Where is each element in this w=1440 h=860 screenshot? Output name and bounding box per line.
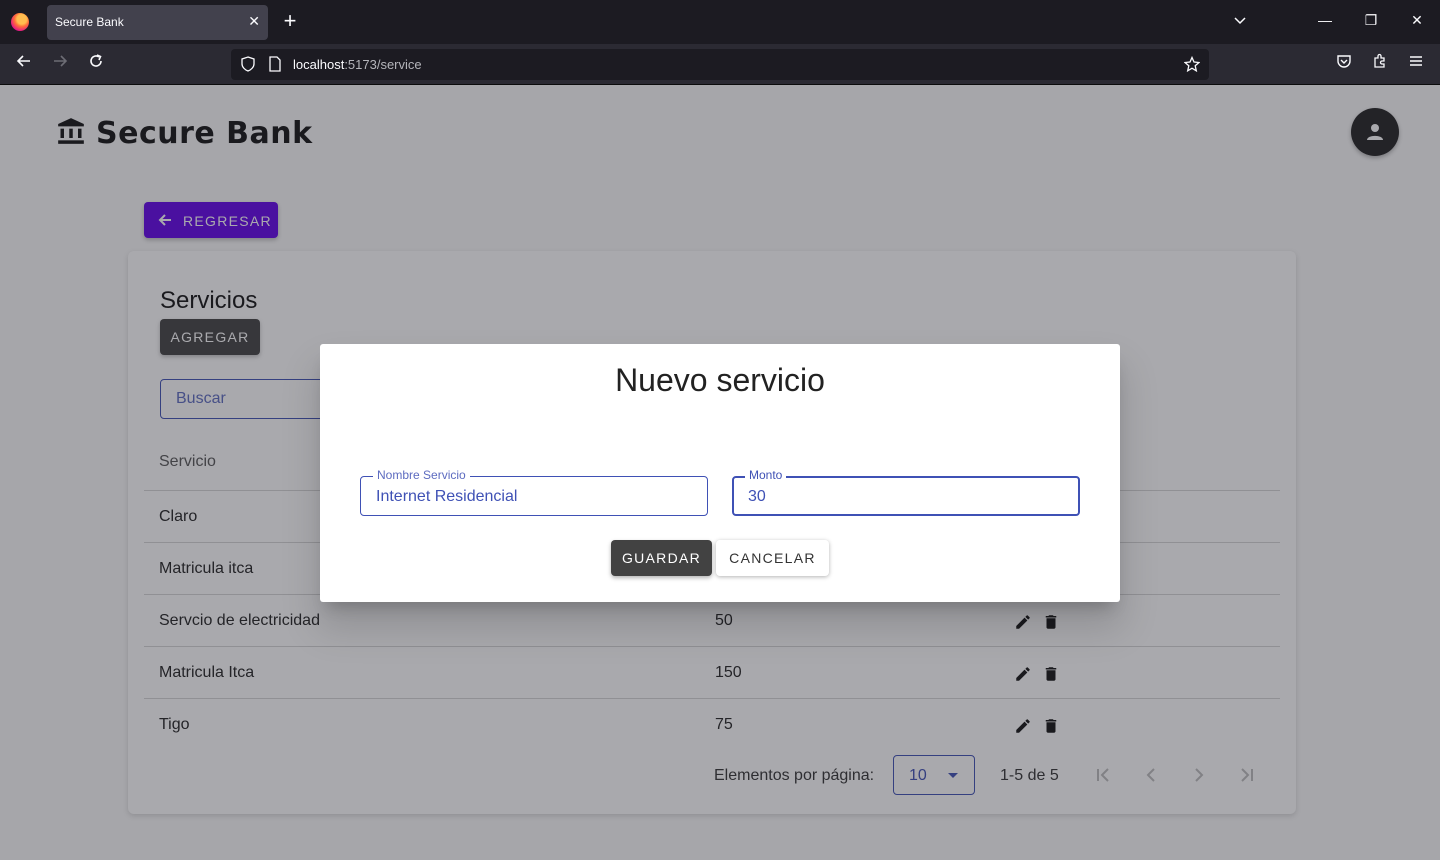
browser-tab-bar: Secure Bank ✕ + — ❐ ✕ xyxy=(0,0,1440,44)
browser-nav-bar: localhost:5173/service xyxy=(0,44,1440,85)
restore-icon[interactable]: ❐ xyxy=(1361,12,1381,29)
new-service-dialog: Nuevo servicio Nombre Servicio Monto GUA… xyxy=(320,344,1120,602)
service-name-label: Nombre Servicio xyxy=(373,468,470,482)
service-name-input[interactable] xyxy=(361,477,707,515)
extensions-icon[interactable] xyxy=(1369,53,1391,74)
minimize-icon[interactable]: — xyxy=(1315,12,1335,28)
page-icon xyxy=(268,56,282,77)
cancel-button[interactable]: CANCELAR xyxy=(716,540,829,576)
service-name-field[interactable]: Nombre Servicio xyxy=(360,468,708,516)
amount-label: Monto xyxy=(745,468,787,482)
close-window-icon[interactable]: ✕ xyxy=(1407,12,1427,29)
amount-field[interactable]: Monto xyxy=(732,468,1080,516)
shield-icon[interactable] xyxy=(240,56,256,77)
amount-input[interactable] xyxy=(734,478,1078,514)
close-tab-icon[interactable]: ✕ xyxy=(248,13,260,30)
forward-icon[interactable] xyxy=(49,53,71,74)
url-text[interactable]: localhost:5173/service xyxy=(293,57,422,72)
page: Secure Bank REGRESAR Servicios AGREGAR S… xyxy=(0,85,1440,860)
save-button[interactable]: GUARDAR xyxy=(611,540,712,576)
back-icon[interactable] xyxy=(13,53,35,74)
bookmark-star-icon[interactable] xyxy=(1183,55,1201,77)
firefox-icon xyxy=(11,13,29,31)
list-all-tabs-icon[interactable] xyxy=(1232,12,1248,33)
url-bar[interactable]: localhost:5173/service xyxy=(231,49,1209,80)
browser-tab[interactable]: Secure Bank ✕ xyxy=(47,5,268,40)
pocket-icon[interactable] xyxy=(1333,53,1355,74)
dialog-title: Nuevo servicio xyxy=(615,362,825,398)
menu-icon[interactable] xyxy=(1405,53,1427,74)
new-tab-icon[interactable]: + xyxy=(280,9,300,33)
tab-title: Secure Bank xyxy=(55,15,124,29)
reload-icon[interactable] xyxy=(85,53,107,74)
